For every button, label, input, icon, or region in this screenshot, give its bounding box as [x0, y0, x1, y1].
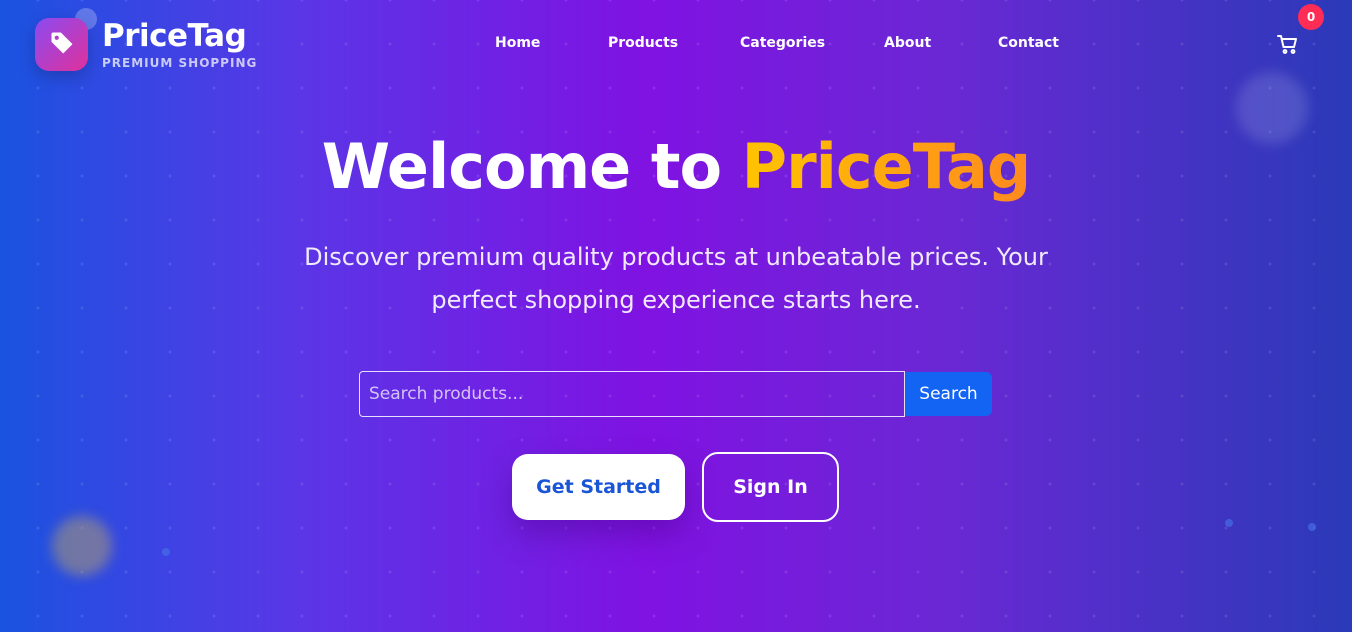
nav-categories[interactable]: Categories — [740, 35, 825, 51]
decorative-blur-circle — [52, 516, 112, 576]
shopping-cart-icon — [1276, 35, 1300, 60]
brand-tagline: PREMIUM SHOPPING — [102, 56, 258, 70]
search-input[interactable] — [359, 371, 905, 417]
search-form: Search — [359, 371, 992, 417]
decorative-dot — [1308, 523, 1316, 531]
nav-products[interactable]: Products — [608, 35, 678, 51]
hero-title-prefix: Welcome to — [321, 130, 722, 203]
cart-count-badge: 0 — [1298, 4, 1324, 30]
nav-contact[interactable]: Contact — [998, 35, 1059, 51]
hero-title-accent: PriceTag — [741, 130, 1032, 203]
decorative-dot — [1225, 519, 1233, 527]
cart-button[interactable] — [1276, 32, 1302, 58]
get-started-button[interactable]: Get Started — [512, 454, 685, 520]
main-nav: Home Products Categories About Contact — [0, 35, 1352, 55]
search-button[interactable]: Search — [905, 372, 992, 416]
nav-about[interactable]: About — [884, 35, 931, 51]
nav-home[interactable]: Home — [495, 35, 540, 51]
sign-in-button[interactable]: Sign In — [702, 452, 839, 522]
hero-subtitle: Discover premium quality products at unb… — [304, 243, 1048, 314]
decorative-dot — [162, 548, 170, 556]
hero-title: Welcome to PriceTag — [0, 130, 1352, 203]
